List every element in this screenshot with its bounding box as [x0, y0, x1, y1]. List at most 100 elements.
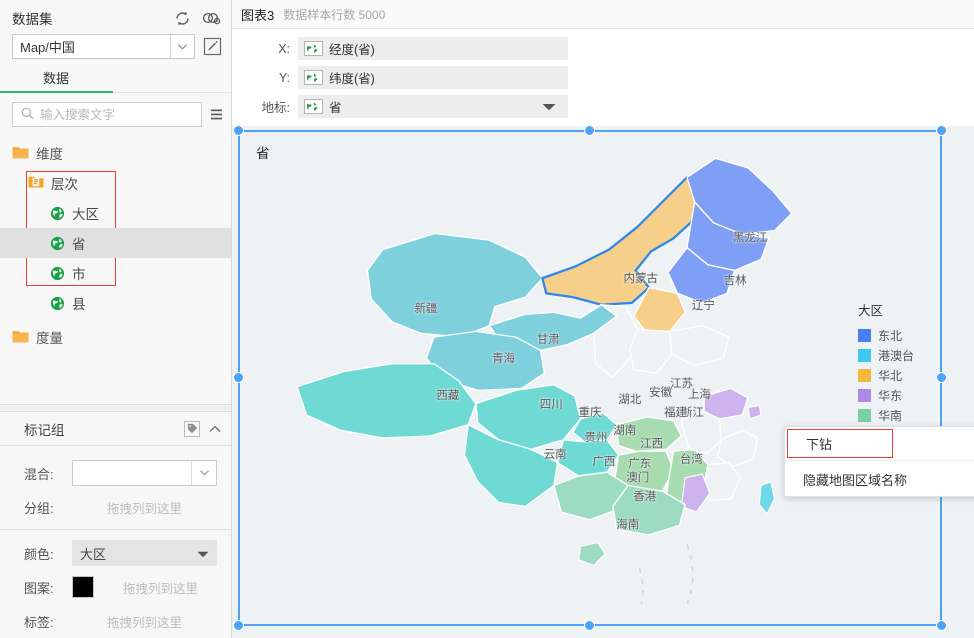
- search-icon: [21, 107, 34, 123]
- shelf-row-0: X: 经度(省): [232, 35, 974, 62]
- marks-color-field[interactable]: 大区: [72, 540, 217, 566]
- marks-mix-select[interactable]: [72, 460, 217, 486]
- shelf-field-name: 省: [329, 101, 342, 115]
- map-region-guizhou[interactable]: [556, 439, 620, 477]
- caret-down-icon[interactable]: [197, 546, 209, 561]
- context-menu[interactable]: 下钻隐藏地图区域名称: [784, 426, 974, 497]
- chevron-down-icon[interactable]: [170, 35, 194, 58]
- tree-item-label: 市: [72, 267, 86, 282]
- chart-name: 图表3: [241, 7, 275, 23]
- map-region-taiwan[interactable]: [758, 480, 776, 516]
- map-region-henan[interactable]: [629, 328, 673, 374]
- shelf-drop-zone[interactable]: 省: [298, 95, 568, 118]
- map-region-shanghai[interactable]: [747, 404, 762, 420]
- caret-down-icon[interactable]: [542, 99, 562, 114]
- legend-item-4[interactable]: 华南: [848, 405, 932, 425]
- list-menu-icon[interactable]: [210, 108, 225, 121]
- china-map[interactable]: [240, 132, 940, 624]
- resize-handle-top-left[interactable]: [233, 125, 244, 136]
- dataset-select-row: Map/中国: [0, 32, 231, 59]
- panel-splitter[interactable]: [0, 404, 231, 418]
- resize-handle-bottom-left[interactable]: [233, 620, 244, 631]
- marks-header-icons: [184, 420, 221, 437]
- marks-row-label[interactable]: 标签: 拖拽列到这里: [0, 604, 231, 638]
- tree-hierarchy-node[interactable]: 层次: [0, 168, 231, 198]
- south-sea-boundary-2: [638, 567, 644, 605]
- resize-handle-bottom-middle[interactable]: [584, 620, 595, 631]
- map-region-shandong[interactable]: [669, 325, 730, 367]
- tree-folder-measure[interactable]: 度量: [0, 322, 231, 352]
- legend-label: 港澳台: [878, 348, 915, 363]
- marks-pattern-placeholder: 拖拽列到这里: [122, 581, 198, 596]
- tab-data[interactable]: 数据: [43, 68, 69, 92]
- marks-body: 混合: 分组: 拖拽列到这里 颜色: 大区 图案: 拖拽列到这里 标签: 拖拽列…: [0, 446, 231, 638]
- edit-pencil-icon[interactable]: [201, 36, 223, 58]
- main-area: 图表3 数据样本行数 5000 X: 经度(省) Y: 纬度(省) 地标: 省 省: [232, 0, 974, 638]
- refresh-icon[interactable]: [174, 10, 191, 27]
- resize-handle-top-middle[interactable]: [584, 125, 595, 136]
- splitter-grip-icon: [105, 406, 126, 418]
- legend-label: 华东: [878, 388, 903, 403]
- map-region-jiangsu[interactable]: [703, 387, 749, 420]
- shelf-drop-zone[interactable]: 经度(省): [298, 37, 568, 60]
- marks-pattern-swatch[interactable]: [72, 576, 94, 598]
- legend-swatch: [858, 368, 871, 382]
- globe-icon: [50, 266, 65, 281]
- tree-item-0[interactable]: 大区: [0, 198, 231, 228]
- app-root: 数据集 Map/中国 数据 输入搜索文字 维度 层次 大区 省 市 县 度量 标…: [0, 0, 974, 638]
- tree-item-1[interactable]: 省: [0, 228, 231, 258]
- marks-row-color: 颜色: 大区: [0, 536, 231, 570]
- tree-item-2[interactable]: 市: [0, 258, 231, 288]
- shelf-row-2: 地标: 省: [232, 93, 974, 120]
- legend-item-3[interactable]: 华东: [848, 385, 932, 405]
- dataset-select[interactable]: Map/中国: [12, 34, 195, 59]
- tree-folder-measure-label: 度量: [36, 331, 63, 346]
- marks-color-value: 大区: [80, 546, 107, 562]
- globe-icon: [50, 206, 65, 221]
- tree-hierarchy-label: 层次: [51, 177, 78, 192]
- map-region-xizang[interactable]: [296, 363, 477, 439]
- map-field-icon: [304, 70, 323, 85]
- canvas-wrap: 省 黑龙江 吉林 辽宁 内蒙古 新疆 甘肃 青海 西藏 四川 重庆 贵州 云南 …: [232, 125, 974, 638]
- resize-handle-left-middle[interactable]: [233, 372, 244, 383]
- resize-handle-top-right[interactable]: [936, 125, 947, 136]
- marks-group-placeholder: 拖拽列到这里: [106, 501, 182, 516]
- resize-handle-bottom-right[interactable]: [936, 620, 947, 631]
- dataset-header-icons: [174, 10, 221, 27]
- marks-label-label: 标签:: [24, 614, 54, 630]
- field-tree: 维度 层次 大区省市县 度量: [0, 138, 231, 404]
- context-menu-item-0[interactable]: 下钻: [787, 429, 893, 458]
- map-region-hainan[interactable]: [577, 541, 606, 567]
- context-menu-item-1[interactable]: 隐藏地图区域名称: [785, 463, 974, 496]
- map-region-zhejiang[interactable]: [716, 429, 759, 468]
- marks-panel: 标记组 混合: 分组: 拖拽列到这里 颜色: 大区 图案: 拖拽列到这里 标签:…: [0, 412, 231, 638]
- folder-icon: [12, 329, 29, 346]
- map-region-hubei[interactable]: [615, 416, 683, 452]
- marks-row-group[interactable]: 分组: 拖拽列到这里: [0, 490, 231, 524]
- marks-header: 标记组: [0, 412, 231, 446]
- tree-item-3[interactable]: 县: [0, 288, 231, 318]
- shelf-label: Y:: [278, 70, 290, 85]
- search-input[interactable]: [40, 107, 201, 122]
- legend-item-0[interactable]: 东北: [848, 325, 932, 345]
- tree-folder-dimension[interactable]: 维度: [0, 138, 231, 168]
- shelf-drop-zone[interactable]: 纬度(省): [298, 66, 568, 89]
- tab-rule: [113, 92, 231, 93]
- tag-icon[interactable]: [184, 420, 200, 437]
- search-box[interactable]: [12, 102, 202, 127]
- resize-handle-right-middle[interactable]: [936, 372, 947, 383]
- map-region-fujian[interactable]: [703, 461, 742, 502]
- shelf-area: X: 经度(省) Y: 纬度(省) 地标: 省: [232, 29, 974, 126]
- shelf-field-name: 经度(省): [329, 43, 375, 57]
- chart-frame[interactable]: 省 黑龙江 吉林 辽宁 内蒙古 新疆 甘肃 青海 西藏 四川 重庆 贵州 云南 …: [233, 125, 947, 631]
- tree-item-label: 县: [72, 297, 86, 312]
- globe-icon: [50, 236, 65, 251]
- legend-item-1[interactable]: 港澳台: [848, 345, 932, 365]
- legend-item-2[interactable]: 华北: [848, 365, 932, 385]
- shelf-row-1: Y: 纬度(省): [232, 64, 974, 91]
- marks-title: 标记组: [24, 422, 65, 438]
- chevron-down-icon[interactable]: [191, 461, 216, 485]
- linked-rings-gear-icon[interactable]: [202, 10, 221, 26]
- chevron-up-icon[interactable]: [209, 425, 221, 433]
- hierarchy-folder-icon: [28, 175, 44, 192]
